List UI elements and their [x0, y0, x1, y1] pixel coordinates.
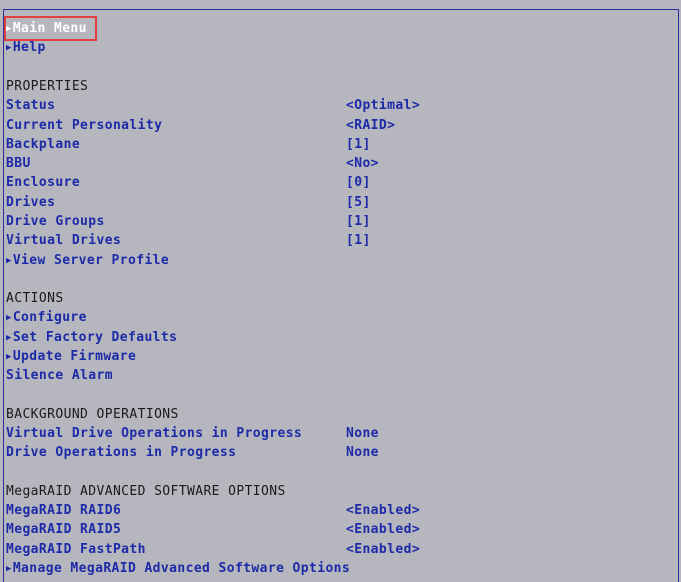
raid6-value[interactable]: <Enabled>	[346, 502, 420, 520]
manage-advanced-options-label: Manage MegaRAID Advanced Software Option…	[12, 561, 351, 576]
properties-header: PROPERTIES	[6, 79, 89, 94]
enclosure-value[interactable]: [0]	[346, 174, 371, 192]
triangle-right-icon: ▶	[6, 352, 12, 362]
bbu-label[interactable]: BBU	[6, 155, 31, 173]
update-firmware-label: Update Firmware	[12, 349, 137, 364]
triangle-right-icon: ▶	[6, 256, 12, 266]
vd-operations-label[interactable]: Virtual Drive Operations in Progress	[6, 425, 302, 443]
set-factory-defaults-label: Set Factory Defaults	[12, 330, 178, 345]
raid6-label[interactable]: MegaRAID RAID6	[6, 502, 121, 520]
help-label: Help	[12, 40, 46, 55]
raid5-label[interactable]: MegaRAID RAID5	[6, 521, 121, 539]
status-value[interactable]: <Optimal>	[346, 97, 420, 115]
backplane-value[interactable]: [1]	[346, 136, 371, 154]
bbu-value[interactable]: <No>	[346, 155, 379, 173]
silence-alarm-item[interactable]: Silence Alarm	[6, 367, 113, 385]
vd-operations-value: None	[346, 426, 379, 441]
help-link[interactable]: ▶Help	[6, 39, 46, 57]
view-server-profile-link[interactable]: ▶View Server Profile	[6, 252, 169, 270]
advanced-options-header: MegaRAID ADVANCED SOFTWARE OPTIONS	[6, 484, 286, 499]
configure-label: Configure	[12, 310, 87, 325]
enclosure-label[interactable]: Enclosure	[6, 174, 80, 192]
raid5-value[interactable]: <Enabled>	[346, 521, 420, 539]
current-personality-value[interactable]: <RAID>	[346, 117, 395, 135]
main-menu-label: Main Menu	[12, 21, 87, 36]
drive-groups-value[interactable]: [1]	[346, 213, 371, 231]
drives-value[interactable]: [5]	[346, 194, 371, 212]
virtual-drives-value[interactable]: [1]	[346, 232, 371, 250]
view-server-profile-label: View Server Profile	[12, 253, 170, 268]
triangle-right-icon: ▶	[6, 24, 12, 34]
backplane-label[interactable]: Backplane	[6, 136, 80, 154]
bios-screen: ▶Main Menu ▶Help PROPERTIES Status <Opti…	[0, 0, 681, 582]
triangle-right-icon: ▶	[6, 564, 12, 574]
status-label[interactable]: Status	[6, 97, 55, 115]
drive-groups-label[interactable]: Drive Groups	[6, 213, 105, 231]
drive-operations-label[interactable]: Drive Operations in Progress	[6, 444, 236, 462]
fastpath-value[interactable]: <Enabled>	[346, 541, 420, 559]
background-operations-header: BACKGROUND OPERATIONS	[6, 407, 179, 422]
drives-label[interactable]: Drives	[6, 194, 55, 212]
configure-link[interactable]: ▶Configure	[6, 309, 87, 327]
triangle-right-icon: ▶	[6, 43, 12, 53]
set-factory-defaults-link[interactable]: ▶Set Factory Defaults	[6, 329, 177, 347]
virtual-drives-label[interactable]: Virtual Drives	[6, 232, 121, 250]
fastpath-label[interactable]: MegaRAID FastPath	[6, 541, 146, 559]
main-menu-link[interactable]: ▶Main Menu	[6, 20, 87, 38]
update-firmware-link[interactable]: ▶Update Firmware	[6, 348, 136, 366]
triangle-right-icon: ▶	[6, 333, 12, 343]
triangle-right-icon: ▶	[6, 313, 12, 323]
actions-header: ACTIONS	[6, 291, 64, 306]
current-personality-label[interactable]: Current Personality	[6, 117, 162, 135]
drive-operations-value: None	[346, 445, 379, 460]
manage-advanced-options-link[interactable]: ▶Manage MegaRAID Advanced Software Optio…	[6, 560, 350, 578]
